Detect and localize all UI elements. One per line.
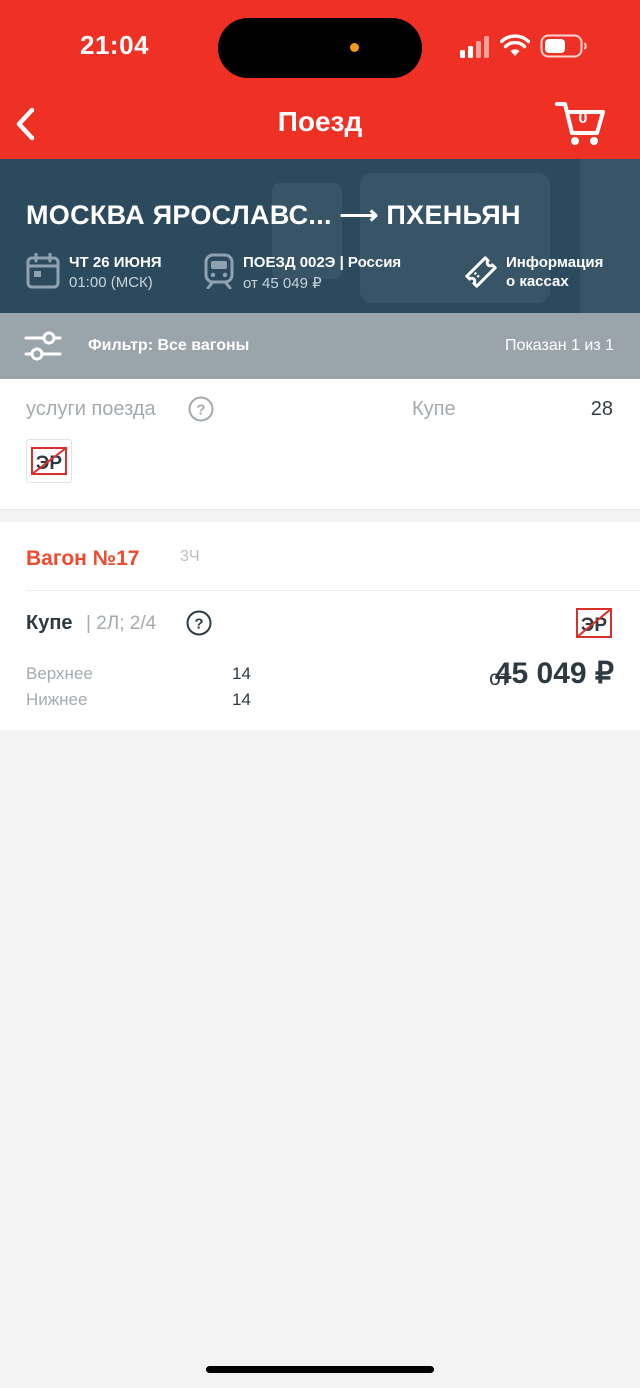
upper-berth-label: Верхнее <box>26 664 93 683</box>
departure-time: 01:00 (МСК) <box>69 274 153 291</box>
status-time: 21:04 <box>80 30 149 60</box>
electronic-registration-tile: ЭР <box>26 439 72 483</box>
divider <box>26 590 640 591</box>
train-services-card: услуги поезда ? Купе 28 ЭР <box>0 379 640 510</box>
cart-count-badge: 0 <box>578 110 588 127</box>
calendar-icon <box>26 253 60 289</box>
train-services-label: услуги поезда <box>26 398 156 420</box>
cellular-signal-icon <box>460 36 489 58</box>
train-number: ПОЕЗД 002Э | Россия <box>243 254 402 271</box>
svg-text:?: ? <box>196 402 205 419</box>
upper-berth-count: 14 <box>232 664 251 683</box>
battery-icon <box>540 34 587 58</box>
route-title: МОСКВА ЯРОСЛАВС... ⟶ ПХЕНЬЯН <box>26 200 521 230</box>
help-icon[interactable]: ? <box>186 610 212 636</box>
route-banner: МОСКВА ЯРОСЛАВС... ⟶ ПХЕНЬЯН ЧТ 26 ИЮНЯ … <box>0 159 640 313</box>
wifi-icon <box>500 34 530 56</box>
train-icon <box>204 253 234 289</box>
wagon-price: 45 049 ₽ <box>494 657 614 690</box>
svg-text:?: ? <box>194 616 203 633</box>
banner-background-shape <box>580 159 640 313</box>
home-indicator[interactable] <box>206 1366 434 1373</box>
app-header: 21:04 Поезд 0 <box>0 0 640 159</box>
lower-berth-label: Нижнее <box>26 690 88 709</box>
svg-text:ЭР: ЭР <box>36 453 63 474</box>
ticket-icon[interactable] <box>462 253 500 291</box>
wagon-card[interactable]: Вагон №17 3Ч Купе | 2Л; 2/4 ? Верхнее 14… <box>0 522 640 730</box>
departure-date: ЧТ 26 ИЮНЯ <box>69 254 162 271</box>
dynamic-island <box>218 18 422 78</box>
ticket-office-info-link[interactable]: Информация <box>506 254 603 271</box>
coach-type: Купе <box>26 612 73 634</box>
filter-sliders-icon[interactable] <box>24 329 62 363</box>
train-price-from: от 45 049 ₽ <box>243 275 322 292</box>
coach-detail: | 2Л; 2/4 <box>86 613 157 634</box>
ticket-office-info-link-line2[interactable]: о кассах <box>506 273 569 290</box>
wagon-number: Вагон №17 <box>26 547 140 570</box>
electronic-registration-icon: ЭР <box>31 447 67 475</box>
train-page: 21:04 Поезд 0 МОСКВА ЯРОСЛАВС... ⟶ ПХЕНЬ… <box>0 0 640 1388</box>
wagon-service-class: 3Ч <box>180 548 200 565</box>
electronic-registration-icon: ЭР <box>576 608 612 638</box>
results-count: Показан 1 из 1 <box>505 337 614 354</box>
help-icon[interactable]: ? <box>188 396 214 422</box>
svg-text:ЭР: ЭР <box>581 615 608 636</box>
filter-label[interactable]: Фильтр: Все вагоны <box>88 337 249 355</box>
coach-class-count: 28 <box>590 398 613 420</box>
page-title: Поезд <box>277 106 363 137</box>
filter-bar[interactable]: Фильтр: Все вагоны Показан 1 из 1 <box>0 313 640 379</box>
camera-indicator-icon <box>350 43 359 52</box>
coach-class-label: Купе <box>412 398 456 420</box>
lower-berth-count: 14 <box>232 690 251 709</box>
